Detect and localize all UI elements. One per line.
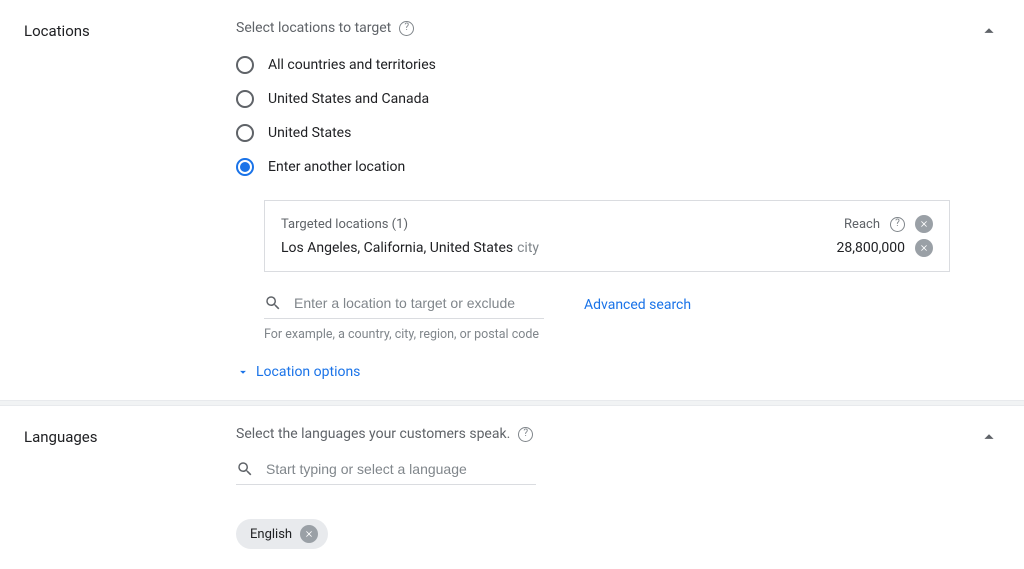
radio-label: United States — [268, 125, 351, 141]
targeted-location-row: Los Angeles, California, United States c… — [281, 239, 933, 257]
radio-label: Enter another location — [268, 159, 405, 175]
languages-prompt-text: Select the languages your customers spea… — [236, 426, 510, 442]
reach-value: 28,800,000 — [837, 240, 905, 256]
chip-label: English — [250, 527, 292, 542]
locations-prompt: Select locations to target ? — [236, 20, 950, 36]
languages-prompt: Select the languages your customers spea… — [236, 426, 950, 442]
radio-circle-icon — [236, 56, 254, 74]
location-helper-text: For example, a country, city, region, or… — [264, 327, 950, 342]
targeted-location-name: Los Angeles, California, United States — [281, 240, 513, 256]
reach-label: Reach — [844, 217, 880, 232]
location-search-row: Advanced search — [264, 290, 950, 319]
radio-label: All countries and territories — [268, 57, 436, 73]
remove-all-button[interactable] — [915, 215, 933, 233]
radio-us-canada[interactable]: United States and Canada — [236, 84, 950, 114]
collapse-languages-button[interactable] — [978, 426, 1000, 452]
radio-circle-icon — [236, 124, 254, 142]
help-icon[interactable]: ? — [399, 21, 414, 36]
remove-location-button[interactable] — [915, 239, 933, 257]
location-options-toggle[interactable]: Location options — [236, 364, 950, 380]
language-search-input[interactable] — [266, 461, 536, 477]
languages-section: Languages Select the languages your cust… — [0, 406, 1024, 569]
location-search-wrap — [264, 290, 544, 319]
advanced-search-link[interactable]: Advanced search — [584, 297, 691, 313]
targeted-header-label: Targeted locations (1) — [281, 217, 408, 232]
search-icon — [236, 460, 254, 478]
radio-dot-icon — [240, 162, 250, 172]
language-search-wrap — [236, 456, 536, 485]
locations-section: Locations Select locations to target ? A… — [0, 0, 1024, 400]
help-icon[interactable]: ? — [890, 217, 905, 232]
targeted-location-type: city — [517, 240, 539, 256]
remove-chip-button[interactable] — [300, 525, 318, 543]
radio-circle-icon — [236, 158, 254, 176]
radio-enter-location[interactable]: Enter another location — [236, 152, 950, 182]
languages-label: Languages — [24, 426, 236, 549]
help-icon[interactable]: ? — [518, 427, 533, 442]
location-options-label: Location options — [256, 364, 360, 380]
locations-prompt-text: Select locations to target — [236, 20, 391, 36]
chevron-down-icon — [236, 365, 250, 379]
locations-content: Select locations to target ? All countri… — [236, 20, 1000, 380]
radio-label: United States and Canada — [268, 91, 429, 107]
language-chip-english[interactable]: English — [236, 519, 328, 549]
location-radio-group: All countries and territories United Sta… — [236, 50, 950, 182]
radio-all-countries[interactable]: All countries and territories — [236, 50, 950, 80]
targeted-header-row: Targeted locations (1) Reach ? — [281, 215, 933, 233]
locations-label: Locations — [24, 20, 236, 380]
targeted-locations-box: Targeted locations (1) Reach ? Los Angel… — [264, 200, 950, 272]
location-search-input[interactable] — [294, 295, 544, 311]
radio-circle-icon — [236, 90, 254, 108]
search-icon — [264, 294, 282, 312]
collapse-locations-button[interactable] — [978, 20, 1000, 46]
radio-us[interactable]: United States — [236, 118, 950, 148]
languages-content: Select the languages your customers spea… — [236, 426, 1000, 549]
